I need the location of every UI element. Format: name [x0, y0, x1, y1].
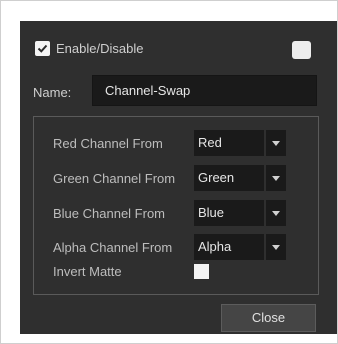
enable-label: Enable/Disable	[56, 41, 144, 56]
enable-checkbox[interactable]	[35, 41, 50, 56]
green-channel-dropdown[interactable]: Green	[194, 165, 286, 191]
chevron-down-icon[interactable]	[266, 130, 286, 156]
blue-channel-dropdown[interactable]: Blue	[194, 200, 286, 226]
green-channel-value[interactable]: Green	[194, 165, 264, 191]
screenshot-frame: Enable/Disable Name: Channel-Swap Red Ch…	[0, 0, 338, 344]
red-channel-dropdown[interactable]: Red	[194, 130, 286, 156]
green-channel-row: Green Channel From Green	[53, 165, 323, 191]
red-channel-label: Red Channel From	[53, 136, 163, 151]
red-channel-value[interactable]: Red	[194, 130, 264, 156]
blue-channel-value[interactable]: Blue	[194, 200, 264, 226]
checkmark-icon	[37, 44, 48, 53]
alpha-channel-dropdown[interactable]: Alpha	[194, 234, 286, 260]
red-channel-row: Red Channel From Red	[53, 130, 323, 156]
chevron-down-icon[interactable]	[266, 234, 286, 260]
alpha-channel-row: Alpha Channel From Alpha	[53, 234, 323, 260]
blue-channel-row: Blue Channel From Blue	[53, 200, 323, 226]
invert-matte-label: Invert Matte	[53, 264, 122, 279]
alpha-channel-label: Alpha Channel From	[53, 240, 173, 255]
close-button[interactable]: Close	[221, 304, 316, 332]
name-input[interactable]: Channel-Swap	[92, 75, 317, 106]
green-channel-label: Green Channel From	[53, 171, 176, 186]
blue-channel-label: Blue Channel From	[53, 206, 165, 221]
invert-matte-checkbox[interactable]	[194, 264, 209, 279]
alpha-channel-value[interactable]: Alpha	[194, 234, 264, 260]
color-swatch-button[interactable]	[292, 41, 311, 59]
chevron-down-icon[interactable]	[266, 165, 286, 191]
channel-options-group: Red Channel From Red Green Channel From …	[33, 116, 319, 295]
channel-swap-dialog: Enable/Disable Name: Channel-Swap Red Ch…	[20, 21, 337, 334]
chevron-down-icon[interactable]	[266, 200, 286, 226]
invert-matte-row: Invert Matte	[53, 263, 253, 281]
enable-disable-toggle[interactable]: Enable/Disable	[35, 41, 143, 56]
name-label: Name:	[33, 85, 72, 100]
